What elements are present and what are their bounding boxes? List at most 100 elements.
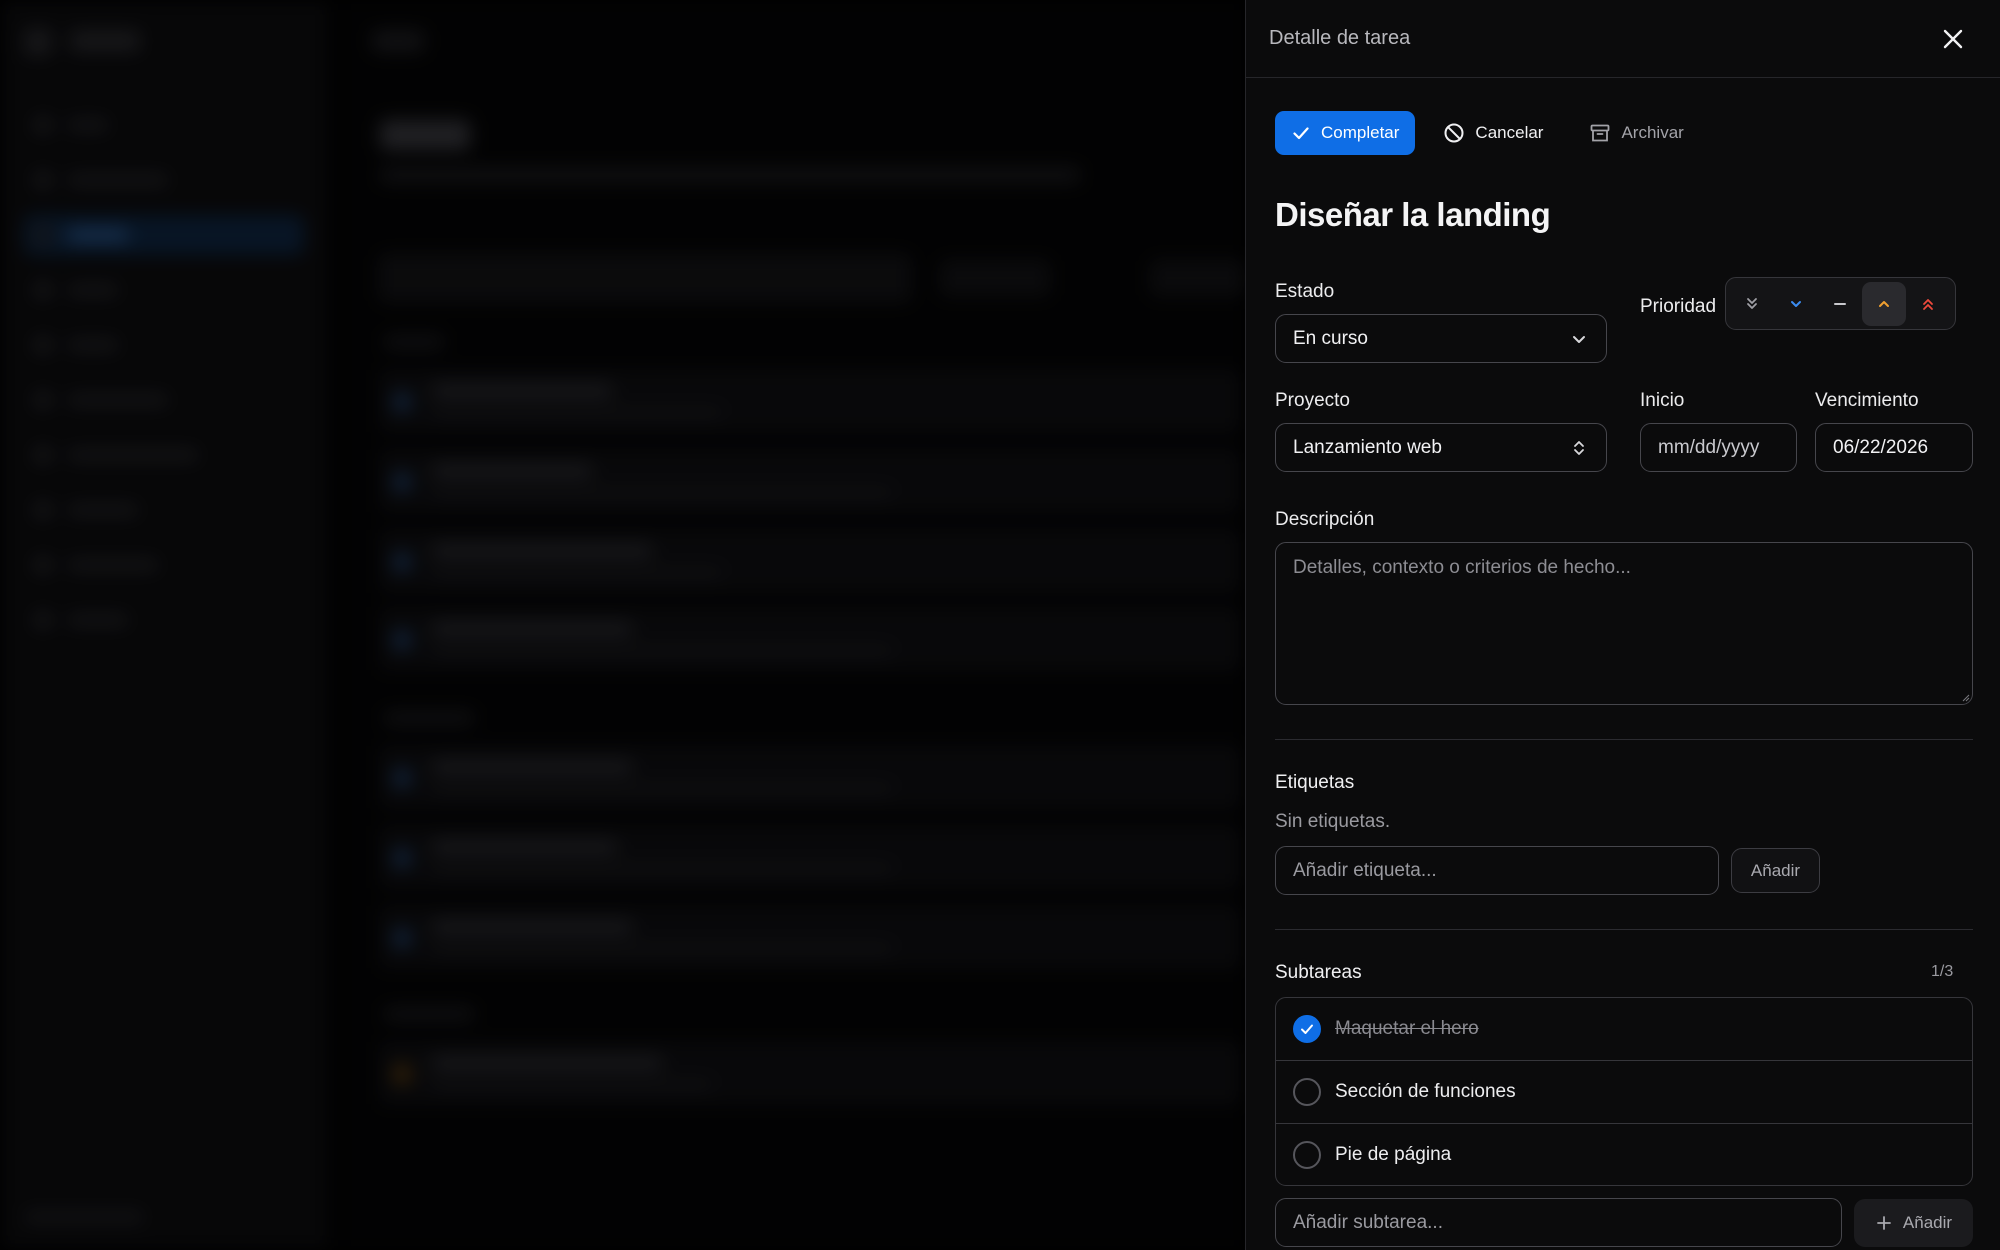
background-nav-item <box>24 160 304 200</box>
task-title[interactable]: Diseñar la landing <box>1275 196 1551 234</box>
status-select[interactable]: En curso <box>1275 314 1607 363</box>
add-subtask-button[interactable]: Añadir <box>1854 1199 1973 1247</box>
divider <box>1275 929 1973 930</box>
subtask-checkbox[interactable] <box>1293 1141 1321 1169</box>
background-row <box>380 530 1240 592</box>
priority-low-button[interactable] <box>1774 282 1818 326</box>
double-chevron-up-icon <box>1923 298 1933 310</box>
tag-input-placeholder: Añadir etiqueta... <box>1293 859 1437 881</box>
priority-selector <box>1725 277 1956 330</box>
background-row <box>380 906 1240 968</box>
subtask-text[interactable]: Maquetar el hero <box>1335 1018 1479 1040</box>
background-nav-item <box>24 600 304 640</box>
subtask-checkbox[interactable] <box>1293 1015 1321 1043</box>
project-label: Proyecto <box>1275 390 1350 411</box>
double-chevron-down-icon <box>1747 297 1757 309</box>
background-group-label <box>384 1008 474 1020</box>
project-select[interactable]: Lanzamiento web <box>1275 423 1607 472</box>
plus-icon <box>1877 1216 1891 1230</box>
check-icon <box>1293 127 1309 140</box>
description-textarea[interactable]: Detalles, contexto o criterios de hecho.… <box>1275 542 1973 705</box>
subtask-text[interactable]: Sección de funciones <box>1335 1081 1516 1103</box>
background-row <box>380 608 1240 670</box>
priority-high-button[interactable] <box>1862 281 1906 326</box>
tags-title: Etiquetas <box>1275 772 1355 793</box>
status-label: Estado <box>1275 281 1335 302</box>
description-label: Descripción <box>1275 509 1375 530</box>
tags-empty-text: Sin etiquetas. <box>1275 811 1391 832</box>
chevron-up-down-icon <box>1570 438 1588 458</box>
background-group-label <box>384 336 444 348</box>
status-value: En curso <box>1293 327 1368 349</box>
background-filter <box>1150 260 1245 296</box>
ban-icon <box>1444 123 1464 143</box>
background-row <box>380 450 1240 512</box>
close-icon <box>1943 29 1963 49</box>
add-subtask-label: Añadir <box>1902 1213 1953 1232</box>
background-footer <box>24 1210 144 1224</box>
subtask-item: Pie de página <box>1276 1124 1972 1185</box>
divider <box>1275 739 1973 740</box>
subtasks-title: Subtareas <box>1275 962 1362 983</box>
background-app <box>0 0 1245 1250</box>
priority-medium-button[interactable] <box>1818 282 1862 326</box>
background-nav-item-active <box>24 215 304 255</box>
due-date-input[interactable]: 06/22/2026 <box>1815 423 1973 472</box>
due-date-value: 06/22/2026 <box>1833 436 1929 458</box>
start-label: Inicio <box>1640 390 1685 411</box>
background-search <box>380 255 910 301</box>
check-icon <box>1301 1024 1313 1034</box>
background-row <box>380 1042 1240 1104</box>
tag-input[interactable]: Añadir etiqueta... <box>1275 846 1719 895</box>
subtask-input[interactable]: Añadir subtarea... <box>1275 1198 1842 1247</box>
background-breadcrumb <box>372 30 424 52</box>
drawer-title: Detalle de tarea <box>1269 27 1411 49</box>
background-row <box>380 746 1240 808</box>
subtask-input-placeholder: Añadir subtarea... <box>1293 1211 1443 1233</box>
background-sidebar <box>0 0 330 1250</box>
background-heading <box>380 120 470 150</box>
archive-icon <box>1591 124 1610 142</box>
project-value: Lanzamiento web <box>1293 436 1442 458</box>
background-nav-item <box>24 435 304 475</box>
subtask-item: Sección de funciones <box>1276 1061 1972 1123</box>
description-placeholder: Detalles, contexto o criterios de hecho.… <box>1293 557 1631 578</box>
subtasks-count: 1/3 <box>1931 963 1954 980</box>
cancel-button-label: Cancelar <box>1475 123 1544 142</box>
add-tag-button[interactable]: Añadir <box>1731 848 1820 893</box>
close-button[interactable] <box>1938 24 1968 54</box>
priority-highest-button[interactable] <box>1906 282 1950 326</box>
chevron-down-icon <box>1570 330 1588 348</box>
background-logo-text <box>70 30 140 52</box>
complete-button[interactable]: Completar <box>1275 111 1416 155</box>
background-logo <box>24 28 52 56</box>
background-nav-item <box>24 545 304 585</box>
chevron-up-icon <box>1879 300 1889 307</box>
chevron-down-icon <box>1791 300 1801 307</box>
priority-lowest-button[interactable] <box>1730 282 1774 326</box>
background-nav-item <box>24 270 304 310</box>
subtask-list: Maquetar el hero Sección de funciones Pi… <box>1275 997 1973 1186</box>
background-filter <box>940 260 1050 296</box>
resize-handle-icon[interactable] <box>1960 692 1970 702</box>
priority-label: Prioridad <box>1640 296 1717 317</box>
archive-button-label: Archivar <box>1621 123 1684 142</box>
drawer-header: Detalle de tarea <box>1246 0 2000 78</box>
archive-button[interactable]: Archivar <box>1573 111 1701 155</box>
cancel-button[interactable]: Cancelar <box>1427 111 1561 155</box>
start-date-value: mm/dd/yyyy <box>1658 436 1760 458</box>
subtask-text[interactable]: Pie de página <box>1335 1144 1451 1166</box>
background-nav-item <box>24 325 304 365</box>
background-row <box>380 826 1240 888</box>
background-group-label <box>384 712 474 724</box>
minus-icon <box>1834 302 1846 305</box>
complete-button-label: Completar <box>1321 123 1400 142</box>
task-detail-drawer: Detalle de tarea Completar Cancelar Arch… <box>1245 0 2000 1250</box>
subtask-checkbox[interactable] <box>1293 1078 1321 1106</box>
background-nav-item <box>24 105 304 145</box>
start-date-input[interactable]: mm/dd/yyyy <box>1640 423 1797 472</box>
background-subtitle <box>380 168 1080 182</box>
task-actions: Completar Cancelar Archivar <box>1275 111 1702 155</box>
due-label: Vencimiento <box>1815 390 1919 411</box>
background-nav-item <box>24 490 304 530</box>
